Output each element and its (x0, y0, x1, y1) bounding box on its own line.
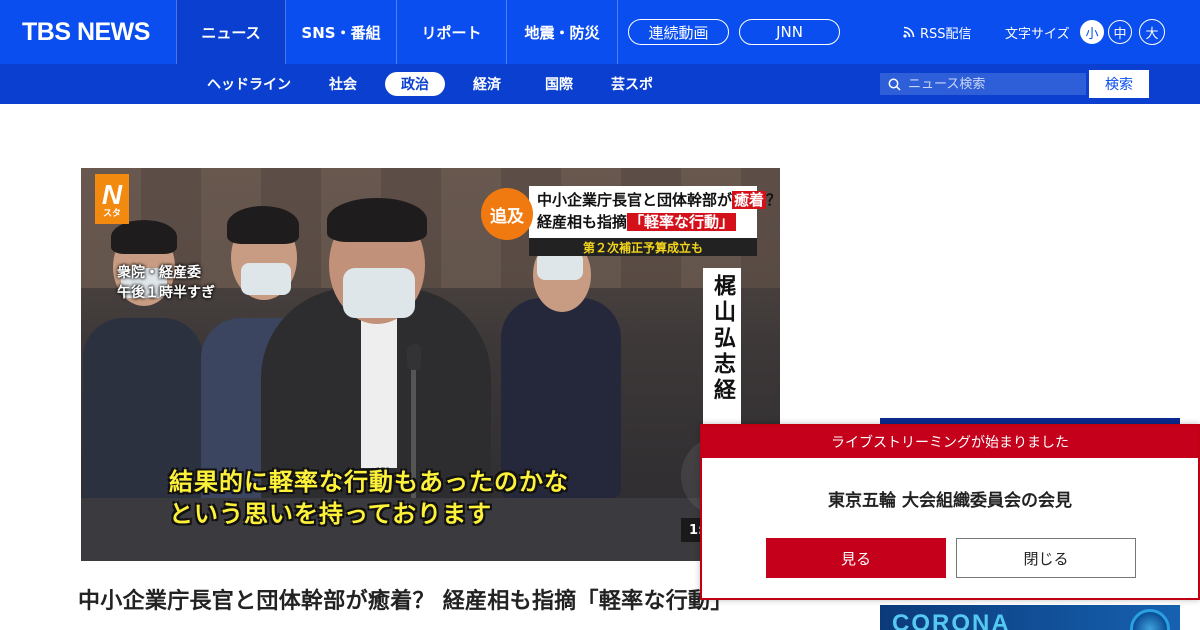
subnav-headline[interactable]: ヘッドライン (200, 72, 298, 96)
nav-report[interactable]: リポート (397, 0, 507, 64)
nav-news[interactable]: ニュース (176, 0, 286, 64)
location-label: 衆院・経産委 午後１時半すぎ (117, 263, 215, 303)
font-size-large-button[interactable]: 大 (1139, 19, 1165, 45)
n-star-logo: N スタ (95, 174, 129, 224)
nav-sns-programs[interactable]: SNS・番組 (286, 0, 397, 64)
microphone (407, 344, 421, 370)
search-icon (888, 78, 901, 91)
font-size-small-button[interactable]: 小 (1080, 20, 1104, 44)
speaker-name-plate: 梶山弘志経 (703, 268, 741, 428)
site-logo[interactable]: TBS NEWS (0, 0, 176, 64)
person-left-hair (111, 220, 177, 254)
rss-label: RSS配信 (920, 26, 972, 42)
rss-icon (903, 26, 915, 38)
person-second-hair (227, 206, 299, 244)
person-second-mask (241, 263, 291, 295)
rss-link[interactable]: RSS配信 (903, 0, 972, 64)
tsuikyu-tag: 追及 (481, 188, 533, 240)
n-logo-sub: スタ (102, 207, 121, 218)
location-line2: 午後１時半すぎ (117, 285, 215, 301)
article-title: 中小企業庁長官と団体幹部が癒着？ 経産相も指摘「軽率な行動」 (78, 589, 733, 614)
subtitle-line1: 結果的に軽率な行動もあったのかな (169, 468, 569, 496)
video-headline-line2: 経産相も指摘 「軽率な行動」 (537, 211, 749, 233)
watch-button[interactable]: 見る (766, 538, 946, 578)
headline-line1-accent: 癒着 (732, 191, 767, 209)
subnav-economy[interactable]: 経済 (462, 72, 512, 96)
modal-header: ライブストリーミングが始まりました (702, 426, 1198, 458)
speaker-name-tail: 経 (710, 378, 735, 404)
subnav-international[interactable]: 国際 (534, 72, 584, 96)
subnav-entertainment-sports[interactable]: 芸スポ (603, 72, 661, 96)
n-logo-letter: N (101, 178, 123, 210)
speaker-hair (327, 198, 427, 242)
globe-icon (1130, 609, 1170, 630)
font-size-label: 文字サイズ (1005, 26, 1070, 42)
video-headline-sub: 第２次補正予算成立も (529, 238, 757, 256)
video-subtitle: 結果的に軽率な行動もあったのかな という思いを持っております (169, 466, 569, 530)
nav-earthquake-disaster[interactable]: 地震・防災 (507, 0, 618, 64)
headline-line2-text: 経産相も指摘 (537, 213, 628, 231)
live-streaming-modal: ライブストリーミングが始まりました 東京五輪 大会組織委員会の会見 見る 閉じる (700, 424, 1200, 600)
subnav-society[interactable]: 社会 (318, 72, 368, 96)
search-button[interactable]: 検索 (1089, 70, 1149, 98)
headline-line1-text: 中小企業庁長官と団体幹部が (537, 191, 733, 209)
ad-corona-text: CORONA (892, 610, 1011, 630)
pill-jnn[interactable]: JNN (739, 19, 840, 45)
close-button[interactable]: 閉じる (956, 538, 1136, 578)
person-right-mask (537, 252, 583, 280)
video-headline-line1: 中小企業庁長官と団体幹部が 癒着？ (537, 189, 780, 211)
speaker-name: 梶山弘志 (710, 274, 735, 378)
speaker-shirt (361, 318, 397, 468)
speaker-mask (343, 268, 415, 318)
font-size-medium-button[interactable]: 中 (1108, 20, 1132, 44)
video-player[interactable]: N スタ 中小企業庁長官と団体幹部が 癒着？ 経産相も指摘 「軽率な行動」 第２次補… (81, 168, 780, 561)
subnav-politics[interactable]: 政治 (385, 72, 445, 96)
modal-title: 東京五輪 大会組織委員会の会見 (828, 491, 1072, 511)
pill-continuous-video[interactable]: 連続動画 (628, 19, 729, 45)
location-line1: 衆院・経産委 (117, 265, 201, 281)
headline-line1-end: ？ (766, 191, 780, 209)
headline-line2-accent: 「軽率な行動」 (627, 213, 737, 231)
subtitle-line2: という思いを持っております (169, 500, 493, 528)
search-input[interactable] (908, 76, 1078, 92)
search-box (880, 73, 1086, 95)
ad-banner-corona[interactable]: CORONA (880, 605, 1180, 630)
